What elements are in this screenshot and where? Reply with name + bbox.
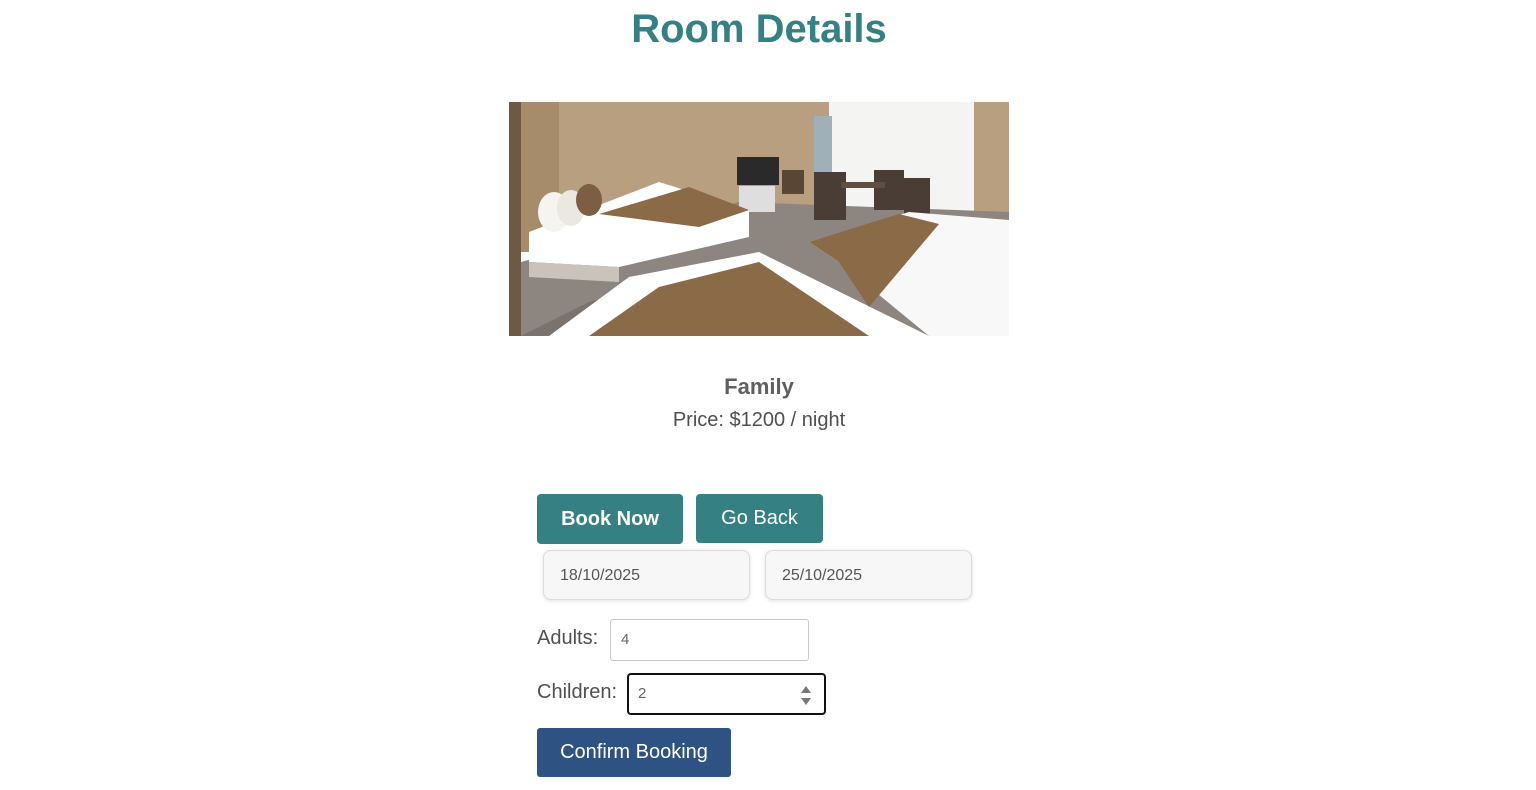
- stepper-arrows-icon[interactable]: [800, 684, 812, 706]
- room-name: Family: [724, 374, 794, 399]
- room-price: Price: $1200 / night: [672, 409, 846, 431]
- room-image: [509, 102, 1009, 336]
- check-out-date-field[interactable]: 25/10/2025: [765, 550, 972, 600]
- book-now-button[interactable]: Book Now: [537, 494, 683, 544]
- confirm-booking-button[interactable]: Confirm Booking: [537, 728, 731, 777]
- check-in-date-field[interactable]: 18/10/2025: [543, 550, 750, 600]
- children-input[interactable]: 2: [627, 673, 826, 715]
- go-back-button[interactable]: Go Back: [696, 494, 823, 543]
- children-input-value: 2: [638, 685, 647, 702]
- adults-input[interactable]: 4: [610, 619, 809, 661]
- adults-label: Adults:: [537, 627, 599, 649]
- children-label: Children:: [537, 681, 618, 703]
- page-title: Room Details: [631, 7, 887, 51]
- adults-input-value: 4: [621, 631, 630, 648]
